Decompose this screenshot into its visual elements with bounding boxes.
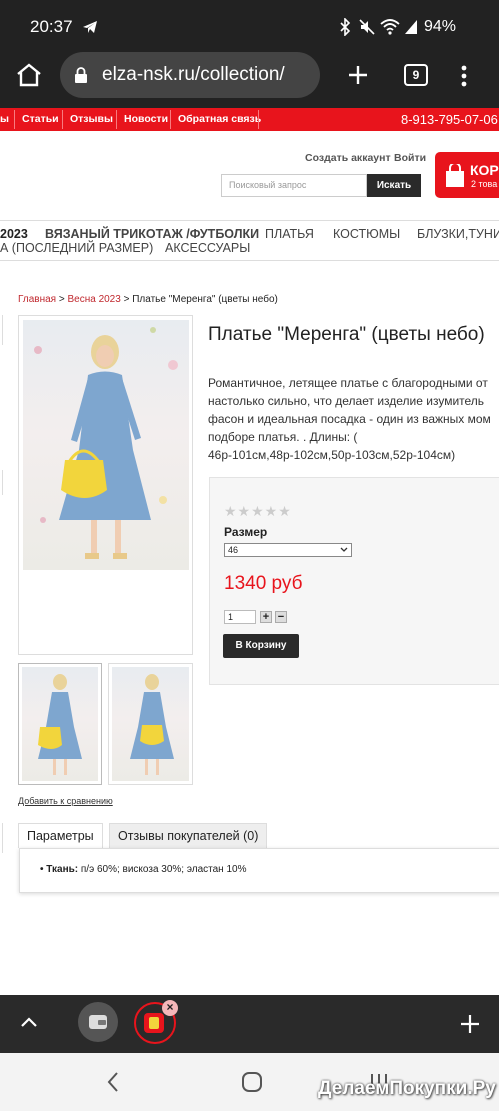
param-fabric: • Ткань: п/э 60%; вискоза 30%; эластан 1… (40, 864, 247, 875)
tab-switcher-button[interactable]: 9 (404, 64, 428, 86)
chevron-down-icon (340, 547, 348, 552)
category-accessories[interactable]: АКСЕССУАРЫ (165, 241, 250, 255)
description-line: фасон и идеальная посадка - один из важн… (208, 412, 491, 426)
model-illustration (34, 327, 178, 559)
new-tab-icon[interactable] (347, 64, 369, 86)
main-image-frame[interactable] (18, 315, 193, 655)
nav-item-feedback[interactable]: Обратная связь (178, 113, 261, 125)
category-blouses[interactable]: БЛУЗКИ,ТУНИ (417, 227, 499, 241)
lock-icon (75, 67, 87, 83)
more-menu-icon[interactable] (458, 64, 470, 88)
size-label: Размер (224, 525, 268, 539)
breadcrumb-section[interactable]: Весна 2023 (67, 294, 120, 305)
category-suits[interactable]: КОСТЮМЫ (333, 227, 400, 241)
param-label: Ткань: (46, 864, 79, 875)
quantity-plus-button[interactable]: + (260, 611, 272, 623)
description-line: настолько сильно, что делает изделие изу… (208, 394, 485, 408)
add-tab-icon[interactable] (460, 1014, 480, 1034)
category-2023[interactable]: 2023 (0, 227, 28, 241)
rating-stars[interactable]: ★★★★★ (224, 503, 292, 520)
search-button[interactable]: Искать (367, 174, 421, 197)
status-bar: 20:37 94% (0, 0, 499, 56)
search-input[interactable]: Поисковый запрос (221, 174, 367, 197)
tab-reviews[interactable]: Отзывы покупателей (0) (109, 823, 268, 848)
site-favicon-icon (144, 1013, 164, 1033)
category-last-size[interactable]: А (ПОСЛЕДНИЙ РАЗМЕР) (0, 241, 153, 255)
nav-item-articles[interactable]: Статьи (22, 113, 59, 125)
cart-count: 2 това (471, 179, 498, 189)
screen: 20:37 94% elza-nsk.ru/collection/ 9 ы Ст… (0, 0, 499, 1111)
nav-item-reviews[interactable]: Отзывы (70, 113, 113, 125)
cart-bag-icon (446, 164, 464, 187)
quantity-input[interactable]: 1 (224, 610, 256, 624)
thumbnail-1[interactable] (18, 663, 102, 785)
back-icon[interactable] (106, 1071, 120, 1093)
login-link[interactable]: Войти (394, 152, 426, 164)
product-title: Платье "Меренга" (цветы небо) (208, 324, 485, 345)
size-value: 46 (228, 545, 239, 555)
thumbnail-image (22, 667, 98, 781)
thumbnail-2[interactable] (108, 663, 193, 785)
mute-icon (359, 19, 375, 35)
breadcrumb-separator: > (58, 294, 65, 305)
cart-button[interactable]: КОРЗ 2 това (435, 152, 499, 198)
bluetooth-icon (340, 18, 351, 36)
create-account-link[interactable]: Создать аккаунт (305, 152, 391, 164)
wallet-icon (89, 1015, 107, 1029)
wifi-icon (380, 19, 400, 35)
breadcrumb-separator: > (123, 294, 130, 305)
nav-item-news[interactable]: Новости (124, 113, 168, 125)
wallet-tab-button[interactable] (78, 1002, 118, 1042)
description-line: 46р-101см,48р-102см,50р-103см,52р-104см) (208, 448, 456, 462)
thumbnail-image (112, 667, 189, 781)
breadcrumb-current: Платье "Меренга" (цветы небо) (132, 294, 278, 305)
description-line: Романтичное, летящее платье с благородны… (208, 376, 488, 390)
url-text: elza-nsk.ru/collection/ (102, 64, 285, 85)
cart-label: КОРЗ (470, 162, 499, 178)
close-tab-icon[interactable]: × (162, 1000, 178, 1016)
quantity-minus-button[interactable]: − (275, 611, 287, 623)
breadcrumb: Главная > Весна 2023 > Платье "Меренга" … (18, 294, 278, 305)
category-knitwear[interactable]: ВЯЗАНЫЙ ТРИКОТАЖ /ФУТБОЛКИ (45, 227, 259, 241)
category-dresses[interactable]: ПЛАТЬЯ (265, 227, 314, 241)
battery-percent: 94% (424, 18, 457, 35)
home-icon[interactable] (15, 62, 43, 88)
chevron-up-icon[interactable] (20, 1015, 38, 1029)
home-nav-icon[interactable] (241, 1071, 263, 1093)
breadcrumb-home[interactable]: Главная (18, 294, 56, 305)
phone-number[interactable]: 8-913-795-07-06 (401, 112, 498, 127)
telegram-icon (83, 21, 97, 33)
size-select[interactable]: 46 (224, 543, 352, 557)
signal-icon (405, 20, 417, 34)
compare-link[interactable]: Добавить к сравнению (18, 796, 113, 806)
product-photo (23, 320, 189, 570)
url-bar[interactable]: elza-nsk.ru/collection/ (60, 52, 320, 98)
param-value: п/э 60%; вискоза 30%; эластан 10% (80, 864, 247, 875)
params-panel: • Ткань: п/э 60%; вискоза 30%; эластан 1… (19, 848, 499, 893)
nav-item-cut[interactable]: ы (0, 113, 9, 125)
add-to-cart-button[interactable]: В Корзину (223, 634, 299, 658)
product-price: 1340 руб (224, 573, 303, 594)
description-line: подборе платья. . Длины: ( (208, 430, 358, 444)
tab-params[interactable]: Параметры (18, 823, 103, 848)
product-description: Романтичное, летящее платье с благородны… (208, 374, 491, 464)
watermark: ДелаемПокупки.Ру (318, 1078, 496, 1099)
bottom-tab-bar (0, 995, 499, 1053)
status-time: 20:37 (30, 17, 73, 36)
